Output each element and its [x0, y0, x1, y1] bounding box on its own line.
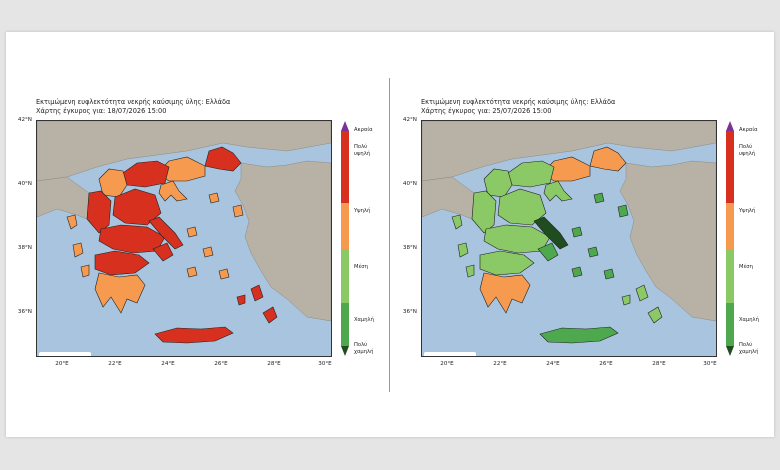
colorbar-extend-bottom: [726, 346, 734, 356]
map-valid-date: Χάρτης έγκυρος για: 18/07/2026 15:00: [36, 107, 167, 115]
sun-icon: [43, 356, 51, 357]
colorbar-label: Υψηλή: [354, 208, 371, 214]
colorbar-label: Χαμηλή: [739, 317, 759, 323]
risk-colorbar: [726, 121, 734, 356]
colorbar-label: Πολύ υψηλή: [354, 144, 371, 157]
x-tick-label: 30°E: [703, 361, 717, 367]
colorbar-label: Ακραία: [739, 127, 758, 133]
x-tick-label: 30°E: [318, 361, 332, 367]
x-tick-label: 26°E: [214, 361, 228, 367]
map-title: Εκτιμώμενη ευφλεκτότητα νεκρής καύσιμης …: [36, 98, 231, 106]
map-panel-2: Εκτιμώμενη ευφλεκτότητα νεκρής καύσιμης …: [403, 98, 766, 378]
colorbar-label: Μέση: [739, 264, 753, 270]
colorbar-label: Πολύ χαμηλή: [354, 342, 374, 355]
colorbar-segment-high: [341, 203, 349, 249]
risk-colorbar: [341, 121, 349, 356]
greece-risk-map: MMeteoΜετεω. για τον καιρό: [36, 120, 332, 357]
colorbar-extend-top: [341, 121, 349, 131]
x-tick-label: 26°E: [599, 361, 613, 367]
y-tick-label: 38°N: [402, 245, 417, 251]
map-panel-1: Εκτιμώμενη ευφλεκτότητα νεκρής καύσιμης …: [18, 98, 381, 378]
x-tick-label: 24°E: [546, 361, 560, 367]
colorbar-label: Ακραία: [354, 127, 373, 133]
map-canvas: [37, 121, 331, 356]
x-tick-label: 20°E: [55, 361, 69, 367]
colorbar-extend-top: [726, 121, 734, 131]
x-tick-label: 28°E: [267, 361, 281, 367]
colorbar-label: Χαμηλή: [354, 317, 374, 323]
meteo-logo: MMeteoΜετεω. για τον καιρό: [39, 352, 91, 357]
y-tick-label: 40°N: [17, 181, 32, 187]
colorbar-label: Πολύ χαμηλή: [739, 342, 759, 355]
y-tick-label: 36°N: [402, 309, 417, 315]
y-tick-label: 36°N: [17, 309, 32, 315]
panel-divider: [389, 78, 390, 392]
colorbar-label: Πολύ υψηλή: [739, 144, 756, 157]
colorbar-segment-very-high: [341, 131, 349, 203]
y-tick-label: 42°N: [17, 117, 32, 123]
colorbar-segment-low: [726, 303, 734, 346]
colorbar-segment-low: [341, 303, 349, 346]
colorbar-label: Υψηλή: [739, 208, 756, 214]
map-canvas: [422, 121, 716, 356]
colorbar-segment-very-high: [726, 131, 734, 203]
x-tick-label: 22°E: [108, 361, 122, 367]
x-tick-label: 28°E: [652, 361, 666, 367]
y-tick-label: 42°N: [402, 117, 417, 123]
meteo-logo: MMeteoΜετεω. για τον καιρό: [424, 352, 476, 357]
colorbar-label: Μέση: [354, 264, 368, 270]
colorbar-extend-bottom: [341, 346, 349, 356]
greece-risk-map: MMeteoΜετεω. για τον καιρό: [421, 120, 717, 357]
colorbar-segment-medium: [726, 249, 734, 303]
x-tick-label: 20°E: [440, 361, 454, 367]
y-tick-label: 38°N: [17, 245, 32, 251]
y-tick-label: 40°N: [402, 181, 417, 187]
colorbar-segment-medium: [341, 249, 349, 303]
map-valid-date: Χάρτης έγκυρος για: 25/07/2026 15:00: [421, 107, 552, 115]
x-tick-label: 22°E: [493, 361, 507, 367]
colorbar-segment-high: [726, 203, 734, 249]
sun-icon: [428, 356, 436, 357]
map-title: Εκτιμώμενη ευφλεκτότητα νεκρής καύσιμης …: [421, 98, 616, 106]
x-tick-label: 24°E: [161, 361, 175, 367]
